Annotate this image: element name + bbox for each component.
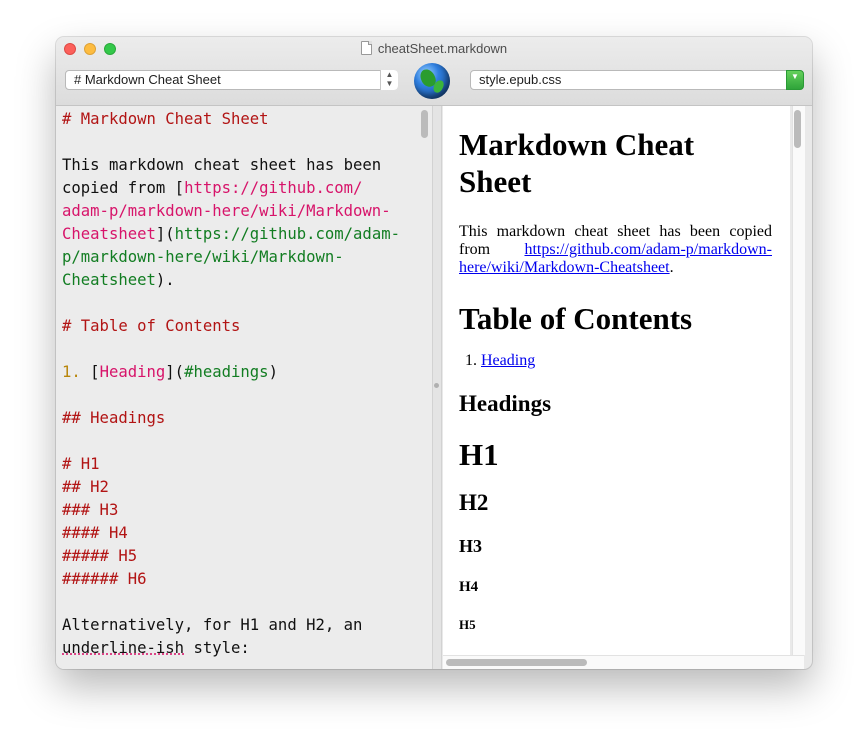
title-bar: cheatSheet.markdown # Markdown Cheat She…: [56, 37, 812, 106]
preview-toc-list: Heading: [459, 352, 772, 370]
document-icon: [360, 41, 372, 55]
chevron-down-icon[interactable]: ▼: [786, 70, 804, 90]
editor-line: [: [80, 363, 100, 381]
editor-line: ](: [165, 363, 185, 381]
editor-line: ](: [155, 225, 175, 243]
editor-link-text: https://github.com/: [184, 179, 363, 197]
globe-icon[interactable]: [414, 63, 450, 99]
editor-line: ### H3: [62, 501, 119, 519]
heading-select-value: # Markdown Cheat Sheet: [74, 72, 221, 87]
editor-link-text: adam-p/markdown-here/wiki/Markdown-: [62, 202, 391, 220]
preview-h5: H5: [459, 617, 476, 632]
editor-url: #headings: [184, 363, 269, 381]
preview-h2: H2: [459, 490, 489, 515]
editor-misspelled-word: underline-ish: [62, 639, 185, 657]
html-preview: Markdown Cheat Sheet This markdown cheat…: [443, 106, 790, 655]
preview-h4: H4: [459, 579, 479, 595]
preview-horizontal-scroll-thumb[interactable]: [446, 659, 587, 666]
editor-url: Cheatsheet: [62, 271, 156, 289]
editor-line: This markdown cheat sheet has been: [62, 156, 382, 174]
preview-h3: H3: [459, 536, 483, 556]
markdown-editor[interactable]: # Markdown Cheat Sheet This markdown che…: [56, 106, 432, 669]
stylesheet-select[interactable]: style.epub.css ▼: [470, 70, 804, 90]
preview-intro-end: .: [669, 259, 674, 276]
editor-scrollbar-thumb[interactable]: [421, 110, 428, 138]
editor-link-text: Cheatsheet: [62, 225, 156, 243]
editor-line: ).: [155, 271, 175, 289]
editor-url: p/markdown-here/wiki/Markdown-: [62, 248, 344, 266]
editor-link-text: Heading: [99, 363, 166, 381]
editor-line: ## H2: [62, 478, 109, 496]
window-title-bar-text: cheatSheet.markdown: [56, 41, 812, 56]
preview-h1: H1: [459, 437, 499, 472]
editor-line: copied from [: [62, 179, 185, 197]
app-window: cheatSheet.markdown # Markdown Cheat She…: [56, 37, 812, 669]
editor-line: ): [268, 363, 278, 381]
editor-url: https://github.com/adam-: [174, 225, 400, 243]
window-title: cheatSheet.markdown: [377, 41, 508, 56]
editor-line: ## Headings: [62, 409, 166, 427]
preview-toc-link-heading[interactable]: Heading: [481, 352, 535, 369]
editor-line: # H1: [62, 455, 100, 473]
list-item: Heading: [481, 352, 772, 370]
editor-line: ##### H5: [62, 547, 138, 565]
editor-line: ###### H6: [62, 570, 147, 588]
preview-intro: This markdown cheat sheet has been copie…: [459, 223, 772, 277]
updown-chevron-icon[interactable]: ▲ ▼: [380, 70, 398, 90]
editor-line: style:: [184, 639, 250, 657]
editor-line: # Table of Contents: [62, 317, 241, 335]
editor-line: Alternatively, for H1 and H2, an: [62, 616, 363, 634]
preview-vertical-scroll-thumb[interactable]: [794, 110, 801, 148]
stylesheet-select-value: style.epub.css: [479, 72, 562, 87]
heading-select[interactable]: # Markdown Cheat Sheet ▲ ▼: [65, 70, 398, 90]
preview-headings-title: Headings: [459, 391, 552, 416]
splitter-handle-icon[interactable]: [434, 383, 439, 388]
preview-title: Markdown Cheat Sheet: [459, 127, 695, 199]
editor-line: #### H4: [62, 524, 128, 542]
editor-text[interactable]: # Markdown Cheat Sheet This markdown che…: [62, 108, 412, 660]
preview-vertical-scrollbar[interactable]: [792, 106, 805, 655]
preview-toc-title: Table of Contents: [459, 301, 693, 336]
editor-line: # Markdown Cheat Sheet: [62, 110, 269, 128]
editor-list-number: 1.: [62, 363, 81, 381]
